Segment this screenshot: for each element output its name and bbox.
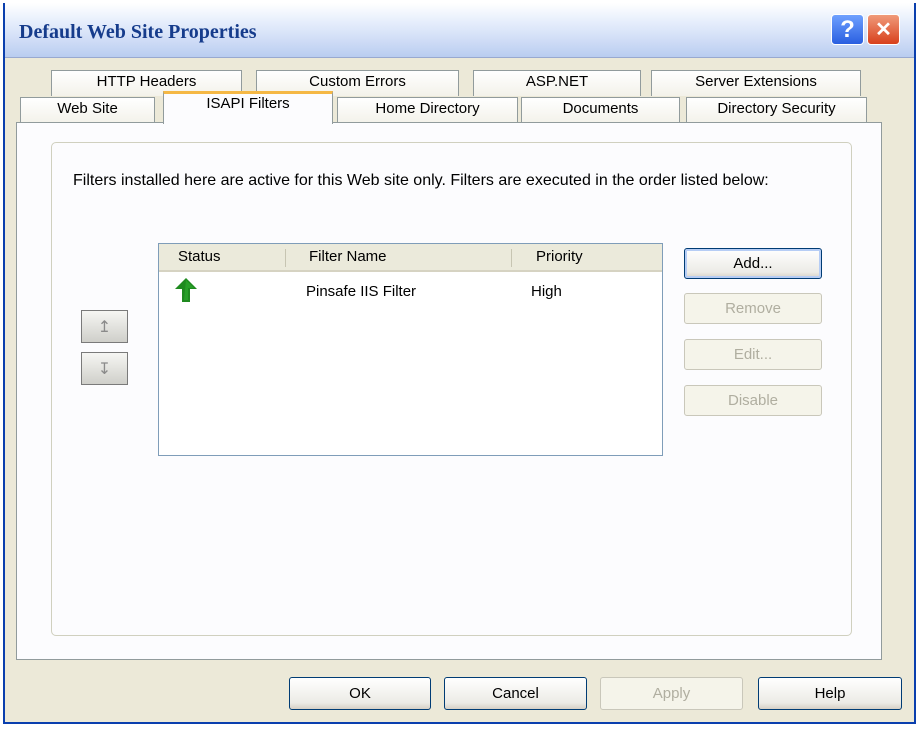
help-button[interactable]: Help bbox=[758, 677, 902, 710]
close-button[interactable]: ✕ bbox=[867, 14, 900, 45]
tab-label: ASP.NET bbox=[525, 73, 589, 90]
tab-label: Documents bbox=[562, 100, 639, 117]
column-priority[interactable]: Priority bbox=[536, 248, 583, 265]
move-up-icon: ↥ bbox=[97, 318, 112, 336]
tab-server-extensions[interactable]: Server Extensions bbox=[651, 70, 861, 96]
tab-home-directory[interactable]: Home Directory bbox=[337, 97, 518, 123]
disable-button[interactable]: Disable bbox=[684, 385, 822, 416]
close-icon: ✕ bbox=[875, 19, 892, 41]
ok-button[interactable]: OK bbox=[289, 677, 431, 710]
column-filter-name[interactable]: Filter Name bbox=[309, 248, 387, 265]
list-header: Status Filter Name Priority bbox=[159, 244, 662, 272]
column-divider[interactable] bbox=[511, 249, 512, 267]
tab-documents[interactable]: Documents bbox=[521, 97, 680, 123]
tab-directory-security[interactable]: Directory Security bbox=[686, 97, 867, 123]
filter-list[interactable]: Status Filter Name Priority Pinsafe IIS … bbox=[158, 243, 663, 456]
remove-button[interactable]: Remove bbox=[684, 293, 822, 324]
filters-description: Filters installed here are active for th… bbox=[73, 172, 769, 189]
window-title: Default Web Site Properties bbox=[19, 21, 257, 43]
tab-asp-net[interactable]: ASP.NET bbox=[473, 70, 641, 96]
add-button[interactable]: Add... bbox=[684, 248, 822, 279]
move-down-button[interactable]: ↧ bbox=[81, 352, 128, 385]
move-up-button[interactable]: ↥ bbox=[81, 310, 128, 343]
tab-label: Custom Errors bbox=[309, 73, 406, 90]
move-down-icon: ↧ bbox=[97, 360, 112, 378]
tab-label: ISAPI Filters bbox=[206, 95, 290, 112]
green-up-arrow-icon bbox=[175, 278, 197, 306]
tab-isapi-filters[interactable]: ISAPI Filters bbox=[163, 91, 333, 124]
help-title-button[interactable]: ? bbox=[831, 14, 864, 45]
title-bar[interactable]: Default Web Site Properties ? ✕ bbox=[5, 3, 914, 58]
apply-button[interactable]: Apply bbox=[600, 677, 743, 710]
filter-name-cell: Pinsafe IIS Filter bbox=[306, 283, 417, 300]
edit-button[interactable]: Edit... bbox=[684, 339, 822, 370]
tab-label: HTTP Headers bbox=[96, 73, 197, 90]
tab-web-site[interactable]: Web Site bbox=[20, 97, 155, 123]
tab-label: Directory Security bbox=[717, 100, 836, 117]
tab-label: Web Site bbox=[57, 100, 118, 117]
tab-label: Home Directory bbox=[375, 100, 480, 117]
cancel-button[interactable]: Cancel bbox=[444, 677, 587, 710]
tab-label: Server Extensions bbox=[695, 73, 817, 90]
list-item[interactable]: Pinsafe IIS Filter High bbox=[159, 274, 662, 302]
priority-cell: High bbox=[531, 283, 562, 300]
column-status[interactable]: Status bbox=[178, 248, 221, 265]
help-icon: ? bbox=[840, 15, 855, 43]
column-divider[interactable] bbox=[285, 249, 286, 267]
